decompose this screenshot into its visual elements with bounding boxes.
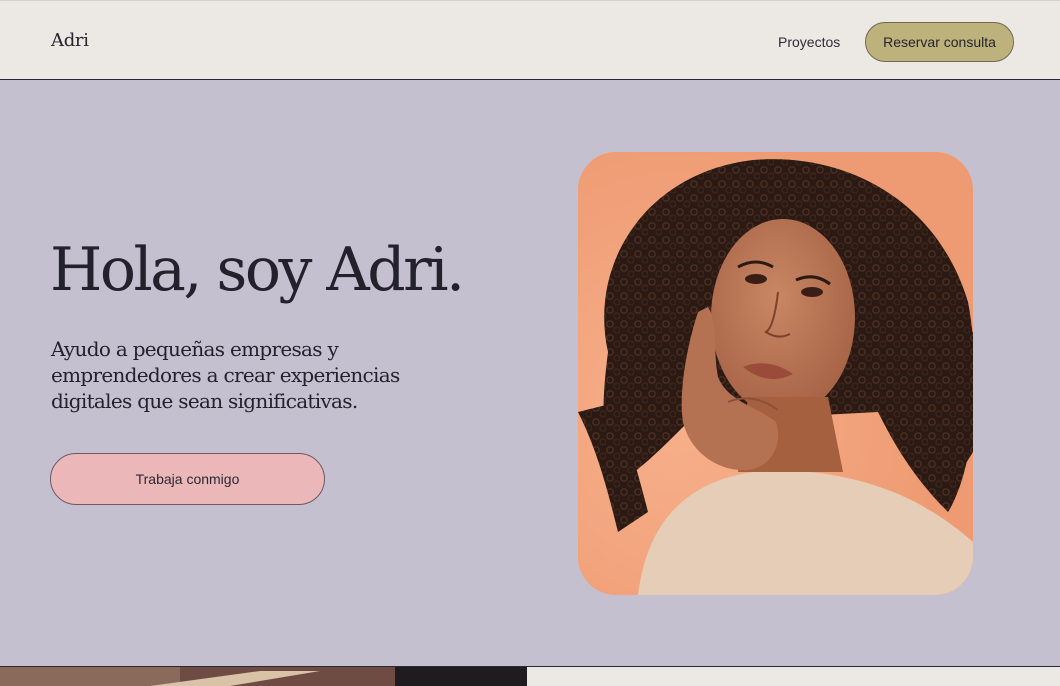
work-with-me-button[interactable]: Trabaja conmigo [50, 453, 325, 505]
site-logo[interactable]: Adri [51, 30, 89, 51]
preview-panel [527, 667, 1060, 686]
next-section-preview [0, 666, 1060, 686]
preview-photo [0, 667, 527, 686]
hero-section: Hola, soy Adri. Ayudo a pequeñas empresa… [0, 80, 1060, 666]
woman-portrait-photo [578, 152, 973, 595]
preview-photo-icon [0, 667, 527, 686]
hero-subtitle: Ayudo a pequeñas empresas y emprendedore… [51, 337, 400, 413]
nav-link-proyectos[interactable]: Proyectos [778, 34, 840, 50]
hero-title: Hola, soy Adri. [50, 235, 465, 305]
portrait-image [578, 152, 973, 595]
book-consultation-button[interactable]: Reservar consulta [865, 22, 1014, 62]
site-header: Adri Proyectos Reservar consulta [0, 0, 1060, 80]
